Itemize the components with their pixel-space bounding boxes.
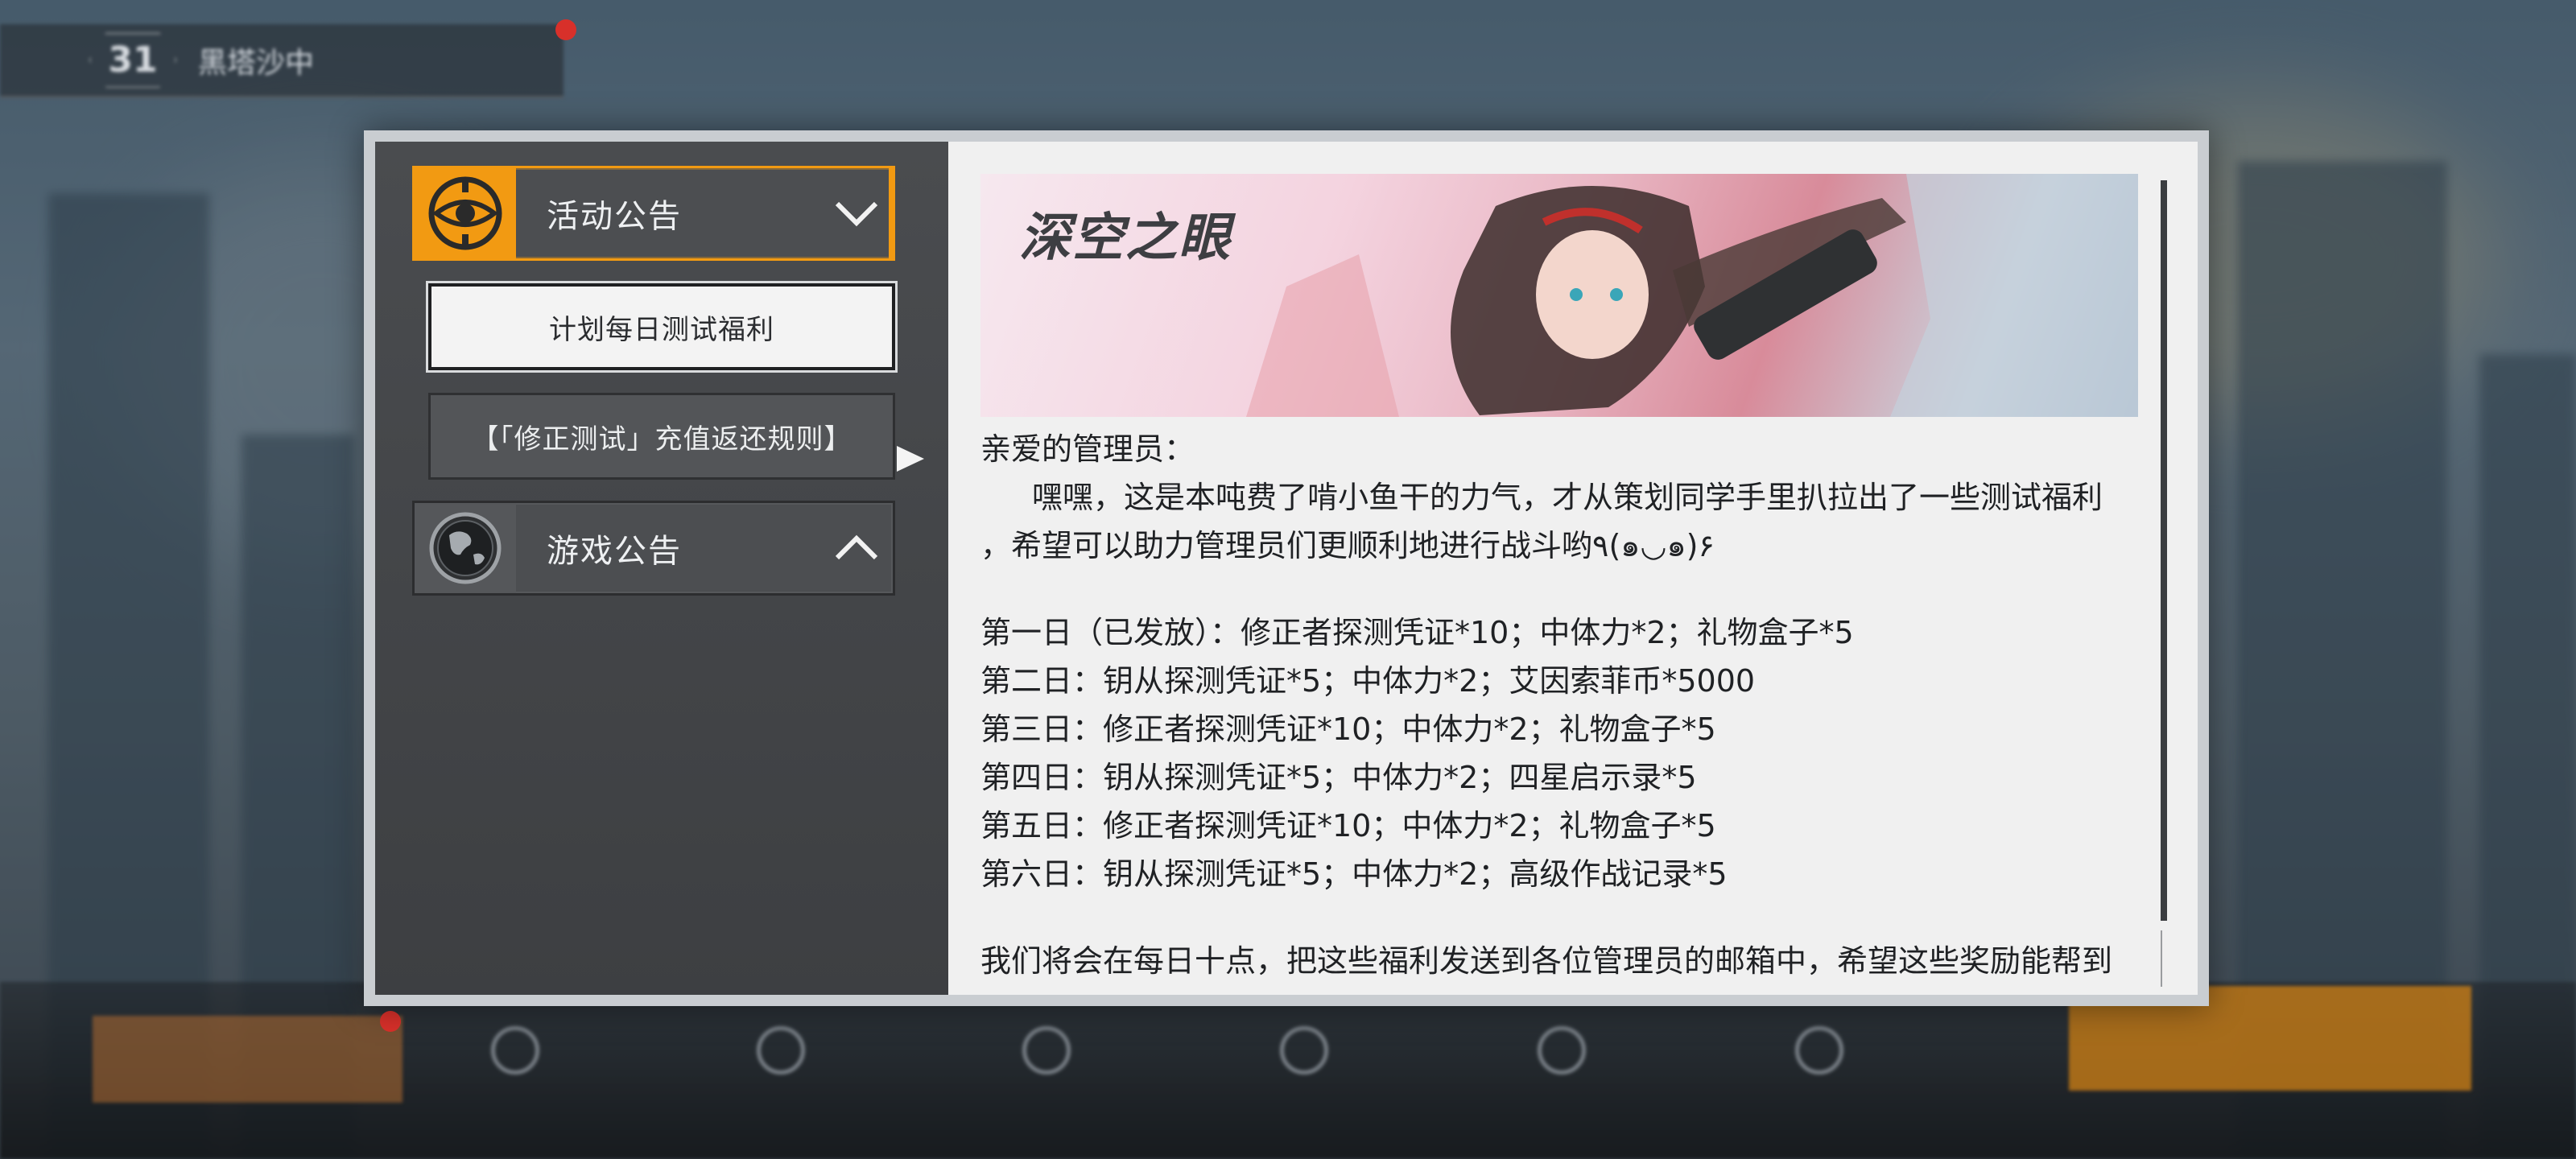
article-intro-line: ，希望可以助力管理员们更顺利地进行战斗哟٩(๑◡๑)۶	[980, 528, 1715, 563]
player-level: 31	[89, 31, 177, 89]
sub-item-recharge-rules[interactable]: 【「修正测试」充值返还规则】	[428, 393, 895, 480]
announcement-dialog: 活动公告 计划每日测试福利 【「修正测试」充值返还规则】 游戏公告 深空之眼 亲…	[364, 130, 2209, 1006]
article-closing: 我们将会在每日十点，把这些福利发送到各位管理员的邮箱中，希望这些奖励能帮到	[980, 943, 2113, 979]
notification-dot	[555, 19, 576, 40]
nav-icon	[491, 1026, 539, 1074]
chevron-down-icon	[820, 168, 893, 258]
player-level-widget: 31 黑塔沙中	[0, 24, 564, 98]
nav-icon	[1795, 1026, 1843, 1074]
scrollbar-track	[2161, 930, 2162, 987]
reward-line: 第五日：修正者探测凭证*10；中体力*2；礼物盒子*5	[980, 808, 1716, 843]
bottom-nav-item	[491, 1014, 539, 1087]
bottom-nav-item	[1022, 1014, 1071, 1087]
sub-item-daily-test-rewards[interactable]: 计划每日测试福利	[428, 283, 895, 370]
reward-line: 第一日（已发放）：修正者探测凭证*10；中体力*2；礼物盒子*5	[980, 615, 1854, 650]
bottom-nav-item	[1538, 1014, 1586, 1087]
article-body: 亲爱的管理员： 嘿嘿，这是本吨费了啃小鱼干的力气，才从策划同学手里扒拉出了一些测…	[980, 425, 2148, 985]
sub-item-label: 计划每日测试福利	[549, 313, 774, 346]
content-scrollbar[interactable]	[2161, 180, 2167, 921]
category-event-announcements[interactable]: 活动公告	[412, 166, 895, 261]
category-label: 活动公告	[547, 198, 682, 235]
bottom-nav-item	[1795, 1014, 1843, 1087]
article-greeting: 亲爱的管理员：	[980, 431, 1195, 467]
chevron-up-icon	[820, 503, 893, 593]
bottom-nav-item	[757, 1014, 805, 1087]
announcement-content: 深空之眼 亲爱的管理员： 嘿嘿，这是本吨费了啃小鱼干的力气，才从策划同学手里扒拉…	[948, 142, 2198, 995]
globe-icon	[415, 503, 516, 593]
announcement-banner-image: 深空之眼	[980, 174, 2138, 417]
banner-logo: 深空之眼	[1019, 208, 1232, 268]
nav-icon	[1538, 1026, 1586, 1074]
nav-icon	[1022, 1026, 1071, 1074]
notification-dot	[380, 1011, 401, 1032]
reward-line: 第三日：修正者探测凭证*10；中体力*2；礼物盒子*5	[980, 711, 1716, 747]
announcement-sidebar: 活动公告 计划每日测试福利 【「修正测试」充值返还规则】 游戏公告	[375, 142, 948, 995]
category-game-announcements[interactable]: 游戏公告	[412, 501, 895, 596]
nav-icon	[1280, 1026, 1328, 1074]
reward-line: 第六日：钥从探测凭证*5；中体力*2；高级作战记录*5	[980, 856, 1728, 892]
article-intro-line: 嘿嘿，这是本吨费了啃小鱼干的力气，才从策划同学手里扒拉出了一些测试福利	[1032, 480, 2103, 515]
selection-arrow-icon	[897, 446, 924, 472]
stage-name: 黑塔沙中	[198, 46, 315, 80]
sub-item-label: 【「修正测试」充值返还规则】	[471, 423, 852, 456]
squad-tab	[93, 1016, 402, 1103]
nav-icon	[757, 1026, 805, 1074]
reward-line: 第二日：钥从探测凭证*5；中体力*2；艾因索菲币*5000	[980, 663, 1756, 699]
bottom-nav-item	[1280, 1014, 1328, 1087]
category-label: 游戏公告	[547, 533, 682, 570]
eye-emblem-icon	[415, 168, 516, 258]
reward-line: 第四日：钥从探测凭证*5；中体力*2；四星启示录*5	[980, 760, 1697, 795]
